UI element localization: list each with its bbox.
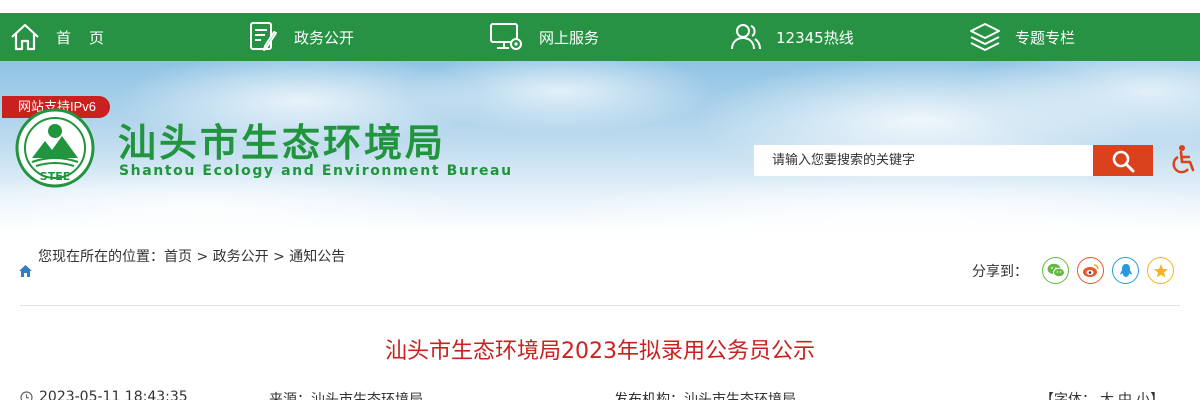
search-input[interactable]: [754, 145, 1093, 176]
qzone-star-icon: [1153, 263, 1168, 277]
font-size-switcher: 【字体： 大中小】: [1040, 389, 1164, 400]
share-label: 分享到：: [972, 263, 1028, 280]
article-org: 发布机构：汕头市生态环境局: [614, 389, 796, 400]
breadcrumb-text: 您现在所在的位置：首页 > 政务公开 > 通知公告: [38, 248, 368, 267]
org-value: 汕头市生态环境局: [684, 392, 796, 400]
breadcrumb-separator: >: [192, 249, 213, 265]
computer-settings-icon: [490, 23, 522, 50]
qq-icon: [1119, 263, 1132, 277]
share-weibo-button[interactable]: [1077, 257, 1104, 284]
logo-text: STEE: [40, 170, 70, 183]
share-wechat-button[interactable]: [1042, 257, 1069, 284]
nav-topic-label: 专题专栏: [1015, 28, 1076, 47]
accessibility-button[interactable]: [1170, 144, 1196, 178]
publish-date-text: 2023-05-11 18:43:35: [39, 389, 188, 400]
nav-hotline[interactable]: 12345热线: [730, 13, 854, 61]
breadcrumb-separator: >: [268, 249, 290, 265]
breadcrumb: 您现在所在的位置：首页 > 政务公开 > 通知公告: [19, 248, 379, 277]
divider: [20, 305, 1180, 306]
wechat-icon: [1047, 263, 1065, 278]
font-size-label: 【字体：: [1040, 392, 1096, 400]
font-size-small[interactable]: 小: [1136, 392, 1150, 400]
home-icon: [11, 23, 39, 51]
font-size-end: 】: [1150, 392, 1164, 400]
font-size-large[interactable]: 大: [1100, 392, 1114, 400]
org-label: 发布机构：: [614, 392, 684, 400]
nav-home[interactable]: 首页: [10, 13, 122, 61]
breadcrumb-prefix: 您现在所在的位置：: [38, 249, 164, 265]
nav-gov-label: 政务公开: [294, 28, 355, 47]
share-bar: 分享到：: [972, 257, 1182, 284]
search-icon: [1112, 150, 1135, 172]
source-value: 汕头市生态环境局: [311, 392, 423, 400]
nav-service-label: 网上服务: [539, 28, 600, 47]
nav-gov-affairs[interactable]: 政务公开: [248, 13, 354, 61]
users-icon: [731, 24, 761, 50]
article-title: 汕头市生态环境局2023年拟录用公务员公示: [385, 339, 815, 364]
home-small-icon: [19, 265, 32, 277]
share-qzone-button[interactable]: [1147, 257, 1174, 284]
wheelchair-icon: [1172, 145, 1195, 174]
layers-icon: [970, 23, 1000, 51]
nav-home-label: 首页: [56, 28, 123, 47]
nav-special-topics[interactable]: 专题专栏: [969, 13, 1075, 61]
top-nav: 首页 政务公开 网上服务 12345热线 专题专栏: [0, 13, 1200, 61]
site-subtitle-en: Shantou Ecology and Environment Bureau: [119, 163, 513, 179]
source-label: 来源：: [269, 392, 311, 400]
weibo-icon: [1082, 264, 1099, 277]
clock-icon: [20, 390, 33, 400]
site-title[interactable]: 汕头市生态环境局: [118, 112, 446, 167]
search-button[interactable]: [1093, 145, 1153, 176]
article-source: 来源：汕头市生态环境局: [269, 389, 423, 400]
breadcrumb-gov-affairs[interactable]: 政务公开: [213, 249, 269, 265]
site-logo[interactable]: STEE: [12, 108, 98, 192]
bureau-emblem-icon: STEE: [15, 108, 95, 188]
share-qq-button[interactable]: [1112, 257, 1139, 284]
document-edit-icon: [250, 22, 277, 51]
publish-date: 2023-05-11 18:43:35: [20, 389, 188, 400]
breadcrumb-home[interactable]: 首页: [164, 249, 192, 265]
font-size-medium[interactable]: 中: [1118, 392, 1132, 400]
breadcrumb-notices[interactable]: 通知公告: [289, 249, 345, 265]
nav-hotline-label: 12345热线: [776, 28, 854, 47]
nav-online-service[interactable]: 网上服务: [489, 13, 599, 61]
